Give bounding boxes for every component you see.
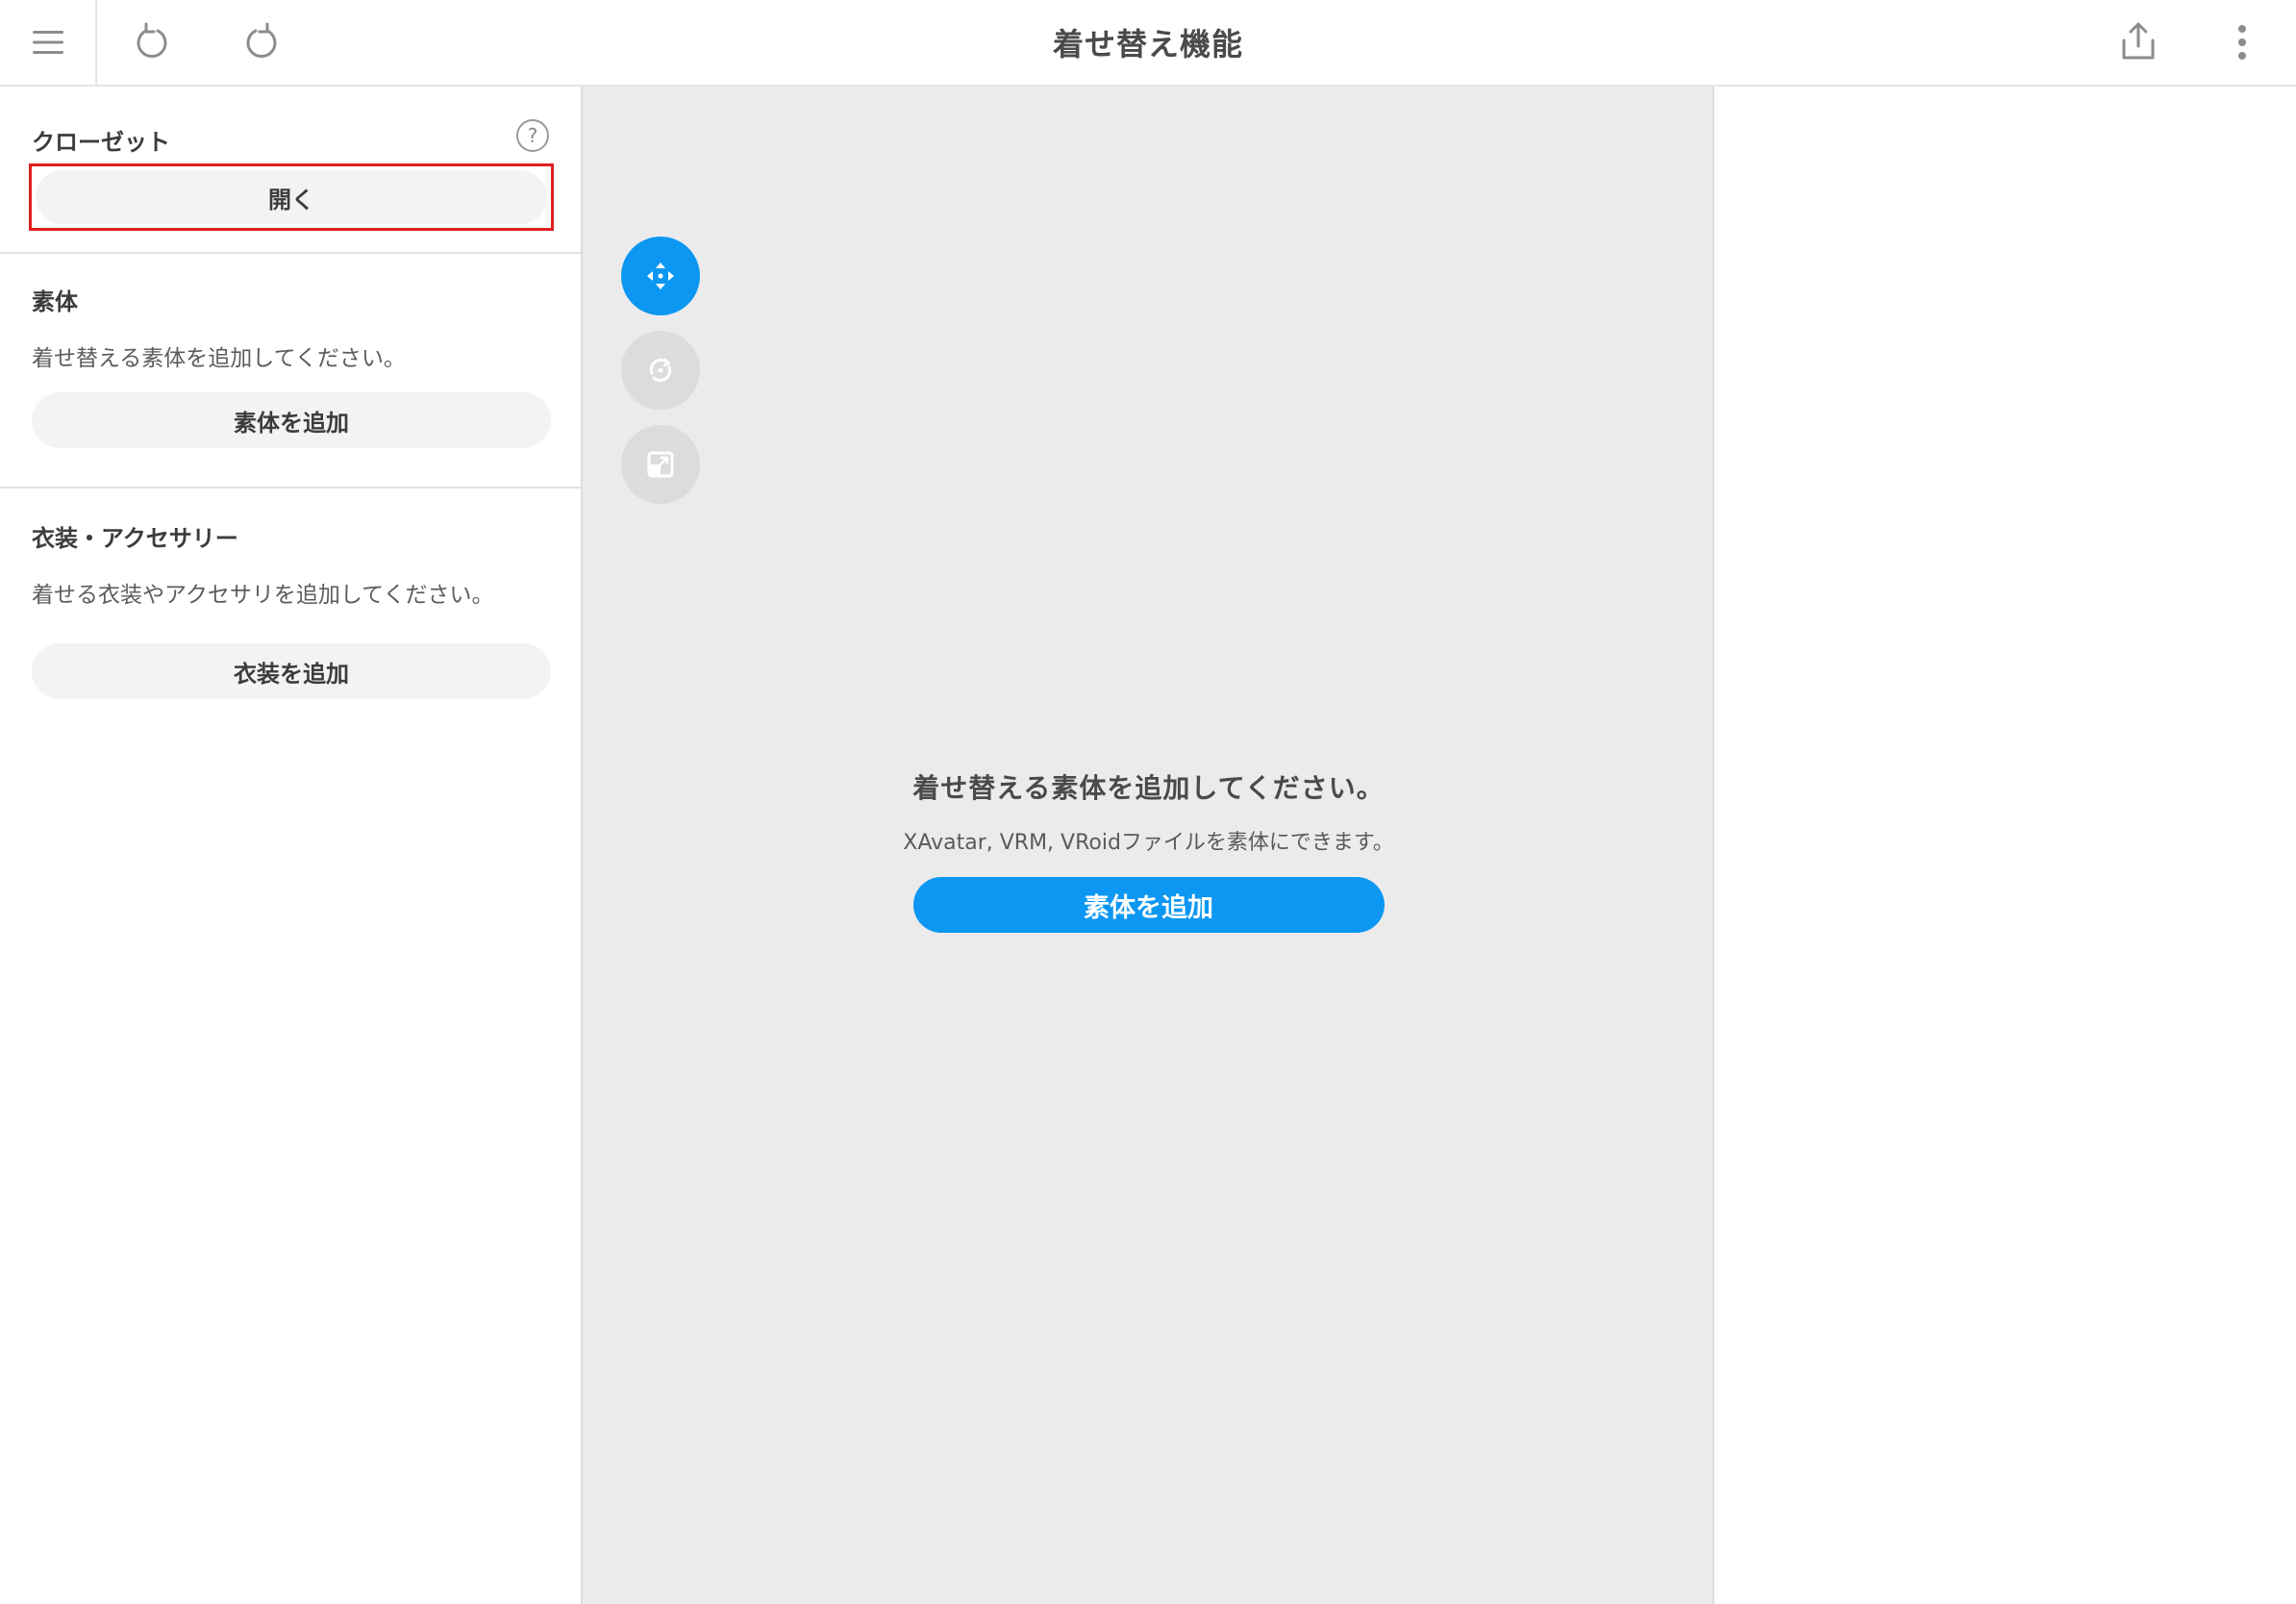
- share-button[interactable]: [2090, 0, 2186, 85]
- rotate-icon: [649, 358, 672, 383]
- more-vertical-icon: [2238, 25, 2246, 60]
- redo-button[interactable]: [213, 0, 310, 85]
- closet-section: クローゼット ? 開く: [0, 87, 581, 254]
- redo-icon: [246, 22, 277, 59]
- toolbar-divider: [95, 0, 97, 85]
- top-bar: 着せ替え機能: [0, 0, 2296, 87]
- more-button[interactable]: [2194, 0, 2290, 85]
- clothing-description: 着せる衣装やアクセサリを追加してください。: [32, 583, 494, 608]
- menu-icon: [33, 31, 63, 54]
- clothing-section: 衣装・アクセサリー 着せる衣装やアクセサリを追加してください。 衣装を追加: [0, 489, 581, 699]
- share-icon: [2122, 22, 2155, 60]
- canvas-area[interactable]: 着せ替える素体を追加してください。 XAvatar, VRM, VRoidファイ…: [583, 87, 1714, 1604]
- closet-title: クローゼット: [32, 129, 170, 156]
- move-icon: [647, 263, 674, 289]
- empty-state-title: 着せ替える素体を追加してください。: [912, 772, 1385, 804]
- scale-icon: [647, 451, 674, 478]
- add-clothing-button[interactable]: 衣装を追加: [32, 643, 551, 699]
- clothing-title: 衣装・アクセサリー: [32, 525, 238, 552]
- body-title: 素体: [32, 288, 78, 315]
- undo-icon: [137, 22, 167, 59]
- add-body-button[interactable]: 素体を追加: [32, 392, 551, 448]
- menu-button[interactable]: [0, 0, 96, 85]
- rotate-tool-button[interactable]: [621, 331, 700, 410]
- empty-state-subtitle: XAvatar, VRM, VRoidファイルを素体にできます。: [903, 831, 1394, 855]
- add-body-primary-button[interactable]: 素体を追加: [912, 877, 1385, 933]
- empty-state: 着せ替える素体を追加してください。 XAvatar, VRM, VRoidファイ…: [583, 767, 1714, 933]
- help-icon[interactable]: ?: [516, 119, 549, 152]
- page-title: 着せ替え機能: [1052, 26, 1243, 63]
- open-closet-highlight: 開く: [29, 163, 554, 231]
- move-tool-button[interactable]: [621, 237, 700, 315]
- body-section: 素体 着せ替える素体を追加してください。 素体を追加: [0, 254, 581, 489]
- undo-button[interactable]: [104, 0, 200, 85]
- open-closet-button[interactable]: 開く: [36, 170, 547, 224]
- sidebar: クローゼット ? 開く 素体 着せ替える素体を追加してください。 素体を追加 衣…: [0, 87, 583, 1604]
- scale-tool-button[interactable]: [621, 425, 700, 504]
- body-description: 着せ替える素体を追加してください。: [32, 346, 406, 371]
- properties-panel: [1714, 87, 2296, 1604]
